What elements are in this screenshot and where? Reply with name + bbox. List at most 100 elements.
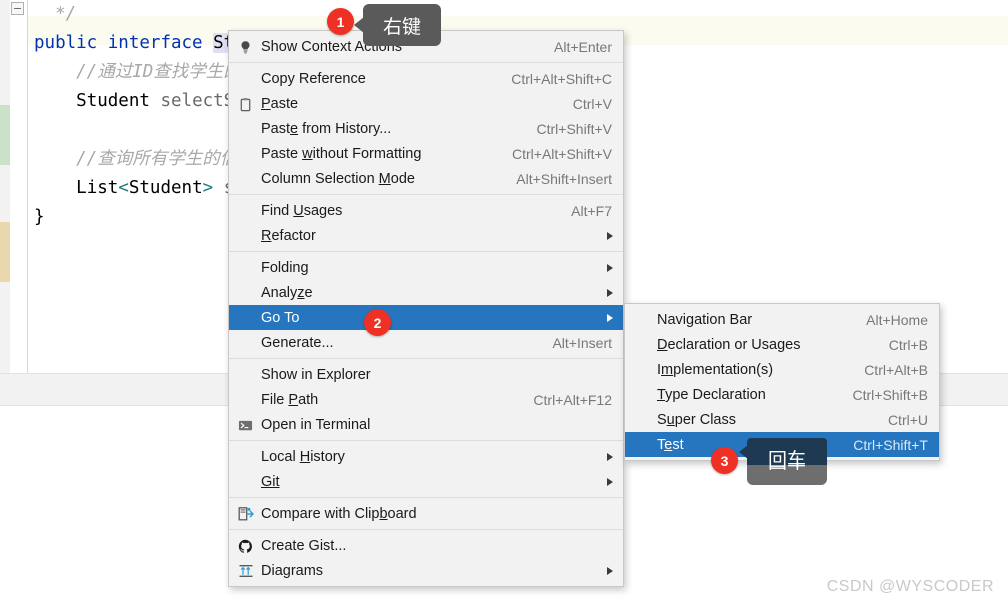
menu-item-compare-with-clipboard[interactable]: Compare with Clipboard <box>229 501 623 526</box>
chevron-right-icon <box>607 231 613 240</box>
menu-item-label: Compare with Clipboard <box>261 505 417 522</box>
code-token: */ <box>34 4 77 24</box>
goto-item-declaration-or-usages[interactable]: Declaration or Usages Ctrl+B <box>625 332 939 357</box>
code-token: > <box>202 178 214 198</box>
menu-item-open-in-terminal[interactable]: Open in Terminal <box>229 412 623 437</box>
menu-item-paste[interactable]: Paste Ctrl+V <box>229 91 623 116</box>
code-token: List <box>76 178 119 198</box>
code-token: //查询所有学生的信息 <box>34 149 255 169</box>
fold-minus-icon[interactable] <box>11 2 24 15</box>
menu-item-shortcut: Ctrl+Shift+B <box>852 386 928 403</box>
clipboard-icon <box>237 96 254 113</box>
menu-item-local-history[interactable]: Local History <box>229 444 623 469</box>
menu-item-generate[interactable]: Generate... Alt+Insert <box>229 330 623 355</box>
context-menu[interactable]: Show Context Actions Alt+Enter Copy Refere… <box>228 30 624 587</box>
code-token: public <box>34 33 98 53</box>
menu-item-label: Refactor <box>261 227 316 244</box>
code-token: interface <box>107 33 203 53</box>
menu-item-label: Go To <box>261 309 300 326</box>
menu-item-label: Find Usages <box>261 202 343 219</box>
code-line: */ <box>34 0 76 29</box>
chevron-right-icon <box>607 566 613 575</box>
menu-item-shortcut: Ctrl+Alt+Shift+C <box>511 70 612 87</box>
menu-item-shortcut: Ctrl+Alt+Shift+V <box>512 145 612 162</box>
chevron-right-icon <box>607 477 613 486</box>
menu-item-label: Declaration or Usages <box>657 336 801 353</box>
menu-item-refactor[interactable]: Refactor <box>229 223 623 248</box>
menu-separator <box>229 440 623 441</box>
menu-item-go-to[interactable]: Go To <box>229 305 623 330</box>
chevron-right-icon <box>607 452 613 461</box>
menu-item-shortcut: Alt+Enter <box>554 38 612 55</box>
csdn-watermark: CSDN @WYSCODER <box>826 578 994 595</box>
menu-item-show-in-explorer[interactable]: Show in Explorer <box>229 362 623 387</box>
menu-item-label: Folding <box>261 259 309 276</box>
menu-item-shortcut: Ctrl+Shift+V <box>536 120 612 137</box>
step-badge-3: 3 <box>711 447 738 474</box>
tooltip-right-click-text: 右键 <box>382 15 421 38</box>
menu-separator <box>229 529 623 530</box>
menu-item-shortcut: Alt+Insert <box>552 334 612 351</box>
menu-item-label: Super Class <box>657 411 736 428</box>
menu-item-copy-reference[interactable]: Copy Reference Ctrl+Alt+Shift+C <box>229 66 623 91</box>
compare-icon <box>237 506 254 523</box>
menu-item-label: Copy Reference <box>261 70 366 87</box>
gutter-change-marker-green <box>0 105 10 165</box>
menu-item-shortcut: Alt+F7 <box>571 202 612 219</box>
github-icon <box>237 538 254 555</box>
menu-item-shortcut: Ctrl+Shift+T <box>853 436 928 453</box>
menu-item-diagrams[interactable]: Diagrams <box>229 558 623 583</box>
menu-item-label: Test <box>657 436 684 453</box>
menu-item-label: Git <box>261 473 280 490</box>
menu-item-shortcut: Ctrl+Alt+F12 <box>533 391 612 408</box>
editor-gutter[interactable] <box>0 0 10 373</box>
menu-item-label: Create Gist... <box>261 537 347 554</box>
menu-item-label: Diagrams <box>261 562 324 579</box>
lightbulb-icon <box>237 39 254 56</box>
menu-item-column-selection-mode[interactable]: Column Selection Mode Alt+Shift+Insert <box>229 166 623 191</box>
code-token: < <box>118 178 129 198</box>
menu-item-label: Local History <box>261 448 345 465</box>
menu-item-label: Paste without Formatting <box>261 145 422 162</box>
goto-item-implementation-s[interactable]: Implementation(s) Ctrl+Alt+B <box>625 357 939 382</box>
menu-item-analyze[interactable]: Analyze <box>229 280 623 305</box>
menu-separator <box>229 62 623 63</box>
code-line: List<Student> sel <box>34 174 255 203</box>
menu-item-label: Generate... <box>261 334 334 351</box>
goto-item-type-declaration[interactable]: Type Declaration Ctrl+Shift+B <box>625 382 939 407</box>
menu-item-file-path[interactable]: File Path Ctrl+Alt+F12 <box>229 387 623 412</box>
menu-item-label: File Path <box>261 391 319 408</box>
goto-item-super-class[interactable]: Super Class Ctrl+U <box>625 407 939 432</box>
chevron-right-icon <box>607 288 613 297</box>
tooltip-enter-text-top: 回车 <box>767 449 806 471</box>
menu-item-shortcut: Ctrl+B <box>888 336 928 353</box>
goto-item-navigation-bar[interactable]: Navigation Bar Alt+Home <box>625 307 939 332</box>
menu-item-shortcut: Alt+Shift+Insert <box>516 170 612 187</box>
diagram-icon <box>237 563 254 580</box>
code-line: Student selectStu <box>34 87 255 116</box>
menu-item-git[interactable]: Git <box>229 469 623 494</box>
menu-separator <box>229 194 623 195</box>
code-token: Student <box>76 91 150 111</box>
menu-item-label: Paste from History... <box>261 120 392 137</box>
chevron-right-icon <box>607 313 613 322</box>
menu-item-folding[interactable]: Folding <box>229 255 623 280</box>
menu-item-shortcut: Ctrl+Alt+B <box>864 361 928 378</box>
code-line: } <box>34 203 45 232</box>
menu-item-paste-without-formatting[interactable]: Paste without Formatting Ctrl+Alt+Shift+V <box>229 141 623 166</box>
tooltip-right-click: 右键 <box>354 4 441 46</box>
menu-item-create-gist[interactable]: Create Gist... <box>229 533 623 558</box>
tooltip-enter: 回车 <box>739 438 827 471</box>
chevron-right-icon <box>607 263 613 272</box>
code-token: } <box>34 207 45 227</box>
menu-item-find-usages[interactable]: Find Usages Alt+F7 <box>229 198 623 223</box>
step-badge-2: 2 <box>364 309 391 336</box>
menu-item-paste-from-history[interactable]: Paste from History... Ctrl+Shift+V <box>229 116 623 141</box>
step-badge-1: 1 <box>327 8 354 35</box>
menu-item-label: Open in Terminal <box>261 416 371 433</box>
gutter-change-marker-tan <box>0 222 10 282</box>
